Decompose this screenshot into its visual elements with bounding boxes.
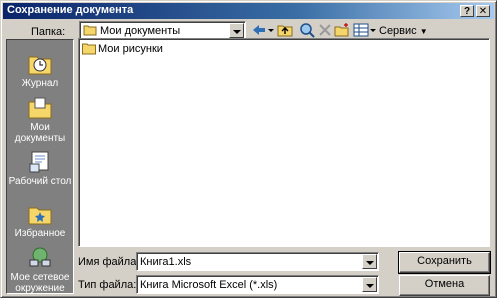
filename-label: Имя файла:	[78, 256, 140, 268]
folder-up-icon[interactable]	[277, 22, 293, 38]
place-my-documents[interactable]: Мои документы	[7, 96, 73, 144]
new-folder-icon[interactable]	[334, 22, 350, 38]
back-dropdown-icon[interactable]	[267, 22, 275, 38]
places-bar: Журнал Мои документы Рабочий стол Избран…	[6, 39, 74, 294]
chevron-down-icon[interactable]	[362, 277, 377, 292]
favorites-icon	[28, 207, 52, 225]
file-list[interactable]: Мои рисунки	[78, 38, 490, 247]
place-label: Избранное	[14, 228, 66, 239]
cancel-button[interactable]: Отмена	[399, 275, 490, 296]
tools-menu-label: Сервис	[379, 25, 417, 37]
chevron-down-icon: ▼	[419, 27, 428, 36]
views-icon[interactable]	[353, 22, 369, 38]
back-arrow-icon[interactable]	[251, 22, 267, 38]
folder-label: Папка:	[31, 26, 66, 38]
place-desktop[interactable]: Рабочий стол	[7, 150, 73, 187]
my-documents-icon	[28, 97, 52, 119]
place-history[interactable]: Журнал	[7, 52, 73, 89]
save-dialog: Сохранение документа ? ✕ Папка: Мои доку…	[0, 0, 497, 298]
title-bar[interactable]: Сохранение документа ? ✕	[3, 3, 494, 19]
desktop-icon	[29, 151, 49, 173]
search-web-icon[interactable]	[299, 22, 315, 38]
network-places-icon	[29, 247, 51, 267]
chevron-down-icon[interactable]	[362, 254, 377, 269]
place-network[interactable]: Мое сетевое окружение	[7, 246, 73, 294]
help-button[interactable]: ?	[460, 5, 474, 17]
delete-icon[interactable]	[317, 22, 333, 38]
place-label: Журнал	[21, 78, 59, 89]
save-button[interactable]: Сохранить	[398, 251, 491, 274]
chevron-down-icon[interactable]	[229, 23, 244, 38]
folder-icon	[82, 43, 96, 55]
filetype-value: Книга Microsoft Excel (*.xls)	[140, 279, 278, 291]
close-button[interactable]: ✕	[476, 5, 490, 17]
place-favorites[interactable]: Избранное	[7, 202, 73, 239]
filename-input[interactable]: Книга1.xls	[136, 252, 379, 271]
folder-current: Мои документы	[100, 25, 181, 37]
views-dropdown-icon[interactable]	[369, 22, 377, 38]
place-label: Мои документы	[14, 122, 66, 144]
filename-value: Книга1.xls	[140, 256, 192, 268]
window-title: Сохранение документа	[7, 4, 134, 16]
place-label: Рабочий стол	[8, 176, 72, 187]
file-name: Мои рисунки	[98, 43, 163, 55]
filetype-select[interactable]: Книга Microsoft Excel (*.xls)	[136, 275, 379, 294]
filetype-label: Тип файла:	[78, 279, 137, 291]
my-documents-small-icon	[83, 25, 97, 36]
place-label: Мое сетевое окружение	[10, 272, 70, 294]
tools-menu[interactable]: Сервис ▼	[379, 25, 428, 37]
history-icon	[28, 56, 52, 75]
